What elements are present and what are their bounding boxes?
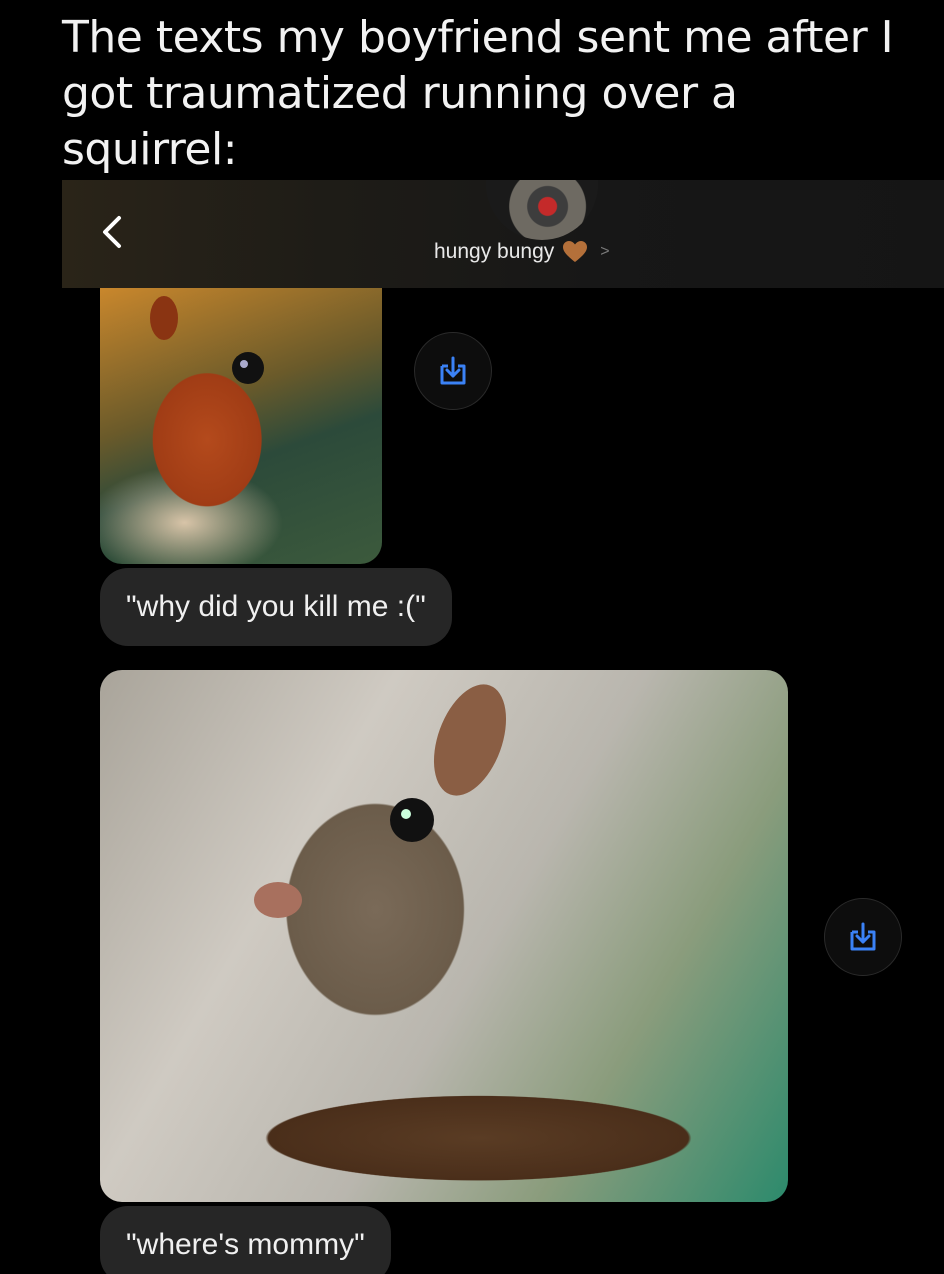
save-icon — [440, 356, 466, 385]
post-caption: The texts my boyfriend sent me after I g… — [62, 12, 894, 175]
save-button[interactable] — [414, 332, 492, 410]
save-button[interactable] — [824, 898, 902, 976]
squirrel-photo-2[interactable] — [100, 670, 788, 1202]
chevron-right-icon: > — [600, 243, 610, 260]
squirrel-eye — [150, 296, 264, 384]
back-button[interactable] — [92, 212, 132, 252]
back-icon — [103, 216, 121, 248]
contact-name-button[interactable]: hungy bungy > — [434, 240, 610, 264]
heart-icon — [563, 241, 588, 262]
message-thread: hungy bungy > "why did you kill me :(" "… — [62, 180, 944, 1274]
squirrel-eye — [254, 684, 507, 918]
squirrel-photo-1[interactable] — [100, 288, 382, 564]
save-icon — [850, 922, 876, 951]
message-bubble[interactable]: "where's mommy" — [100, 1206, 391, 1274]
contact-name: hungy bungy — [434, 240, 555, 263]
message-bubble[interactable]: "why did you kill me :(" — [100, 568, 452, 646]
